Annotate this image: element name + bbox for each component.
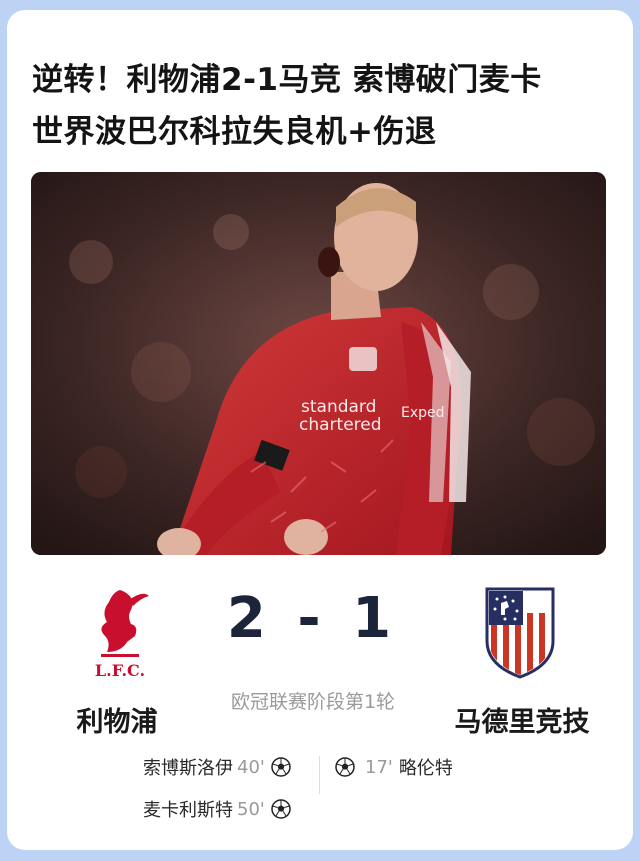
svg-text:Exped: Exped — [401, 405, 445, 421]
soccer-ball-icon — [271, 799, 291, 819]
competition-stage: 欧冠联赛阶段第1轮 — [230, 691, 396, 713]
scorer-minute: 50' — [237, 798, 265, 820]
soccer-ball-icon — [271, 757, 291, 777]
svg-text:chartered: chartered — [299, 415, 382, 435]
liverpool-crest-icon: L.F.C. — [87, 586, 153, 684]
headline-line-2: 世界波巴尔科拉失良机+伤退 — [32, 114, 437, 150]
away-scorer-row: 17' 略伦特 — [335, 754, 453, 780]
home-team-name[interactable]: 利物浦 — [72, 700, 162, 739]
away-team-name[interactable]: 马德里竞技 — [447, 700, 597, 739]
scorer-name: 略伦特 — [398, 758, 453, 779]
match-score: 2 - 1 — [226, 586, 398, 651]
home-scorer-row: 索博斯洛伊 40' — [143, 754, 291, 780]
match-card[interactable]: 逆转！利物浦2-1马竞 索博破门麦卡 世界波巴尔科拉失良机+伤退 standar… — [7, 10, 633, 850]
home-scorer-row: 麦卡利斯特 50' — [143, 796, 291, 822]
match-photo[interactable]: standard chartered Exped — [31, 172, 606, 555]
scorer-name: 麦卡利斯特 — [143, 800, 233, 821]
scorer-minute: 40' — [237, 756, 265, 778]
scorer-name: 索博斯洛伊 — [143, 758, 233, 779]
scorers-divider — [319, 756, 320, 794]
crest-text: L.F.C. — [95, 661, 145, 680]
scorer-minute: 17' — [365, 756, 393, 778]
article-headline[interactable]: 逆转！利物浦2-1马竞 索博破门麦卡 世界波巴尔科拉失良机+伤退 — [32, 54, 612, 158]
atletico-crest-icon — [483, 585, 557, 680]
headline-line-1: 逆转！利物浦2-1马竞 索博破门麦卡 — [32, 62, 542, 98]
soccer-ball-icon — [335, 757, 355, 777]
shirt-sponsor-text: standard — [301, 397, 376, 417]
